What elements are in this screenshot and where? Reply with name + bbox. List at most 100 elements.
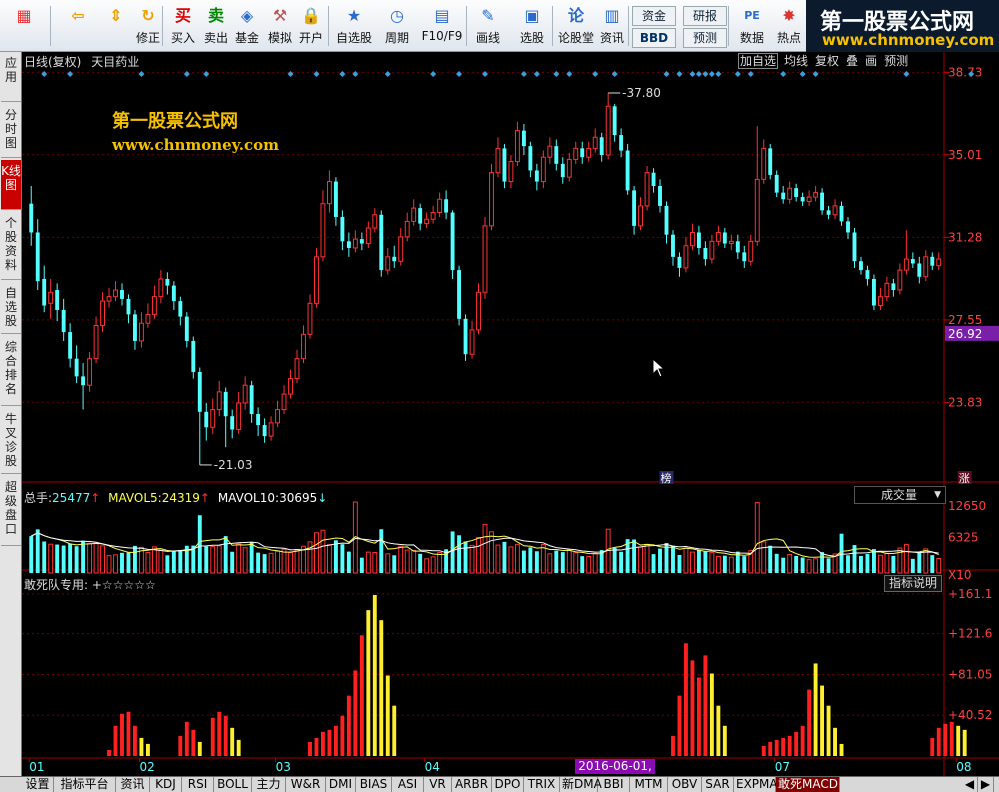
updown-button[interactable]: ⇕ bbox=[102, 2, 130, 50]
capital-button[interactable]: 资金 bbox=[632, 6, 676, 26]
bottom-tab-7[interactable]: W&R bbox=[286, 777, 326, 792]
bottom-tab-9[interactable]: BIAS bbox=[356, 777, 392, 792]
revise-button[interactable]: ↻ 修正 bbox=[133, 2, 163, 50]
left-tab-4[interactable]: 自选股 bbox=[1, 282, 21, 334]
left-tab-5[interactable]: 综合排名 bbox=[1, 336, 21, 406]
volume-bar bbox=[884, 552, 890, 574]
bottom-tab-10[interactable]: ASI bbox=[392, 777, 424, 792]
mouse-cursor-icon bbox=[652, 358, 666, 378]
event-marker-icon bbox=[780, 71, 787, 77]
bottom-tab-12[interactable]: ARBR bbox=[452, 777, 492, 792]
chart-menu-5[interactable]: 预测 bbox=[883, 54, 909, 68]
bottom-tab-14[interactable]: TRIX bbox=[524, 777, 560, 792]
volume-bar bbox=[619, 551, 624, 573]
forum-icon: 论 bbox=[567, 6, 584, 25]
sell-button[interactable]: 卖卖出 bbox=[201, 2, 231, 50]
left-tab-7[interactable]: 超级盘口 bbox=[1, 476, 21, 546]
chart-menu-0[interactable]: 加自选 bbox=[738, 53, 779, 69]
bottom-tab-4[interactable]: RSI bbox=[182, 777, 214, 792]
period-button[interactable]: ◷ 周期 bbox=[379, 2, 415, 50]
bottom-tab-8[interactable]: DMI bbox=[326, 777, 356, 792]
bottom-tab-0[interactable]: 设置 bbox=[22, 777, 54, 792]
chart-title: 日线(复权) 天目药业 bbox=[24, 53, 139, 70]
bottom-tab-11[interactable]: VR bbox=[424, 777, 452, 792]
stock-name: 天目药业 bbox=[91, 55, 140, 69]
date-tooltip: 2016-06-01,三 bbox=[575, 759, 655, 788]
volume-bar bbox=[106, 555, 112, 574]
open-button[interactable]: 🔒 开户 bbox=[296, 2, 326, 50]
watermark-title: 第一股票公式网 bbox=[112, 111, 238, 132]
scroll-right-icon[interactable]: ▶ bbox=[978, 777, 994, 792]
hot-button[interactable]: ✸ 热点 bbox=[776, 2, 802, 50]
indicator-bar bbox=[696, 677, 701, 756]
bottom-tab-16[interactable]: BBI bbox=[598, 777, 630, 792]
bottom-tab-13[interactable]: DPO bbox=[492, 777, 524, 792]
price-tick-label: 31.28 bbox=[948, 230, 982, 244]
scroll-left-icon[interactable]: ◀ bbox=[962, 777, 978, 792]
info-button[interactable]: ▥ 资讯 bbox=[598, 2, 626, 50]
chart-menu-4[interactable]: 画 bbox=[864, 54, 878, 68]
forecast-button[interactable]: 预测 bbox=[683, 28, 727, 48]
bbd-button[interactable]: BBD bbox=[632, 28, 676, 48]
left-tab-1[interactable]: 分时图 bbox=[1, 104, 21, 158]
report-button[interactable]: 研报 bbox=[683, 6, 727, 26]
buy-button[interactable]: 买买入 bbox=[168, 2, 198, 50]
event-marker-icon bbox=[592, 71, 599, 77]
indicator-bar bbox=[807, 689, 812, 756]
bottom-tab-15[interactable]: 新DMA bbox=[560, 777, 602, 792]
f10-button[interactable]: ▤ F10/F9 bbox=[420, 2, 464, 50]
volume-bar bbox=[262, 554, 267, 573]
left-tab-3[interactable]: 个股资料 bbox=[1, 212, 21, 280]
back-button[interactable]: ⇦ bbox=[58, 2, 98, 50]
forum-button[interactable]: 论论股堂 bbox=[556, 2, 596, 50]
bottom-tab-5[interactable]: BOLL bbox=[214, 777, 252, 792]
event-marker-icon bbox=[702, 71, 709, 77]
indicator-tick-label: +40.52 bbox=[948, 708, 992, 722]
indicator-help-button[interactable]: 指标说明 bbox=[884, 575, 942, 592]
volume-bar bbox=[638, 546, 644, 574]
sim-button[interactable]: ⚒ 模拟 bbox=[265, 2, 295, 50]
chart-menu-3[interactable]: 叠 bbox=[845, 54, 859, 68]
fund-icon: ◈ bbox=[240, 6, 254, 25]
bottom-tab-18[interactable]: OBV bbox=[668, 777, 702, 792]
candle-body bbox=[573, 147, 579, 160]
candle-body bbox=[897, 269, 903, 291]
toolbar-separator bbox=[728, 6, 729, 46]
indicator-name: 敢死队专用: bbox=[24, 578, 89, 592]
volume-bar bbox=[81, 540, 86, 573]
left-tab-2[interactable]: K线图 bbox=[1, 160, 21, 210]
chart-menu-2[interactable]: 复权 bbox=[814, 54, 840, 68]
volume-bar bbox=[294, 548, 300, 574]
menu-button[interactable]: ▦ bbox=[4, 2, 44, 50]
bottom-tab-19[interactable]: SAR bbox=[702, 777, 734, 792]
draw-button[interactable]: ✎ 画线 bbox=[469, 2, 507, 50]
left-tab-6[interactable]: 牛叉诊股 bbox=[1, 408, 21, 474]
period-label: 周期 bbox=[384, 31, 409, 45]
bottom-tab-17[interactable]: MTM bbox=[630, 777, 668, 792]
candle-body bbox=[877, 296, 883, 307]
chart-area[interactable]: 38.73 35.01 31.28 27.55 23.83 26.92 -37.80 -21.… bbox=[22, 52, 999, 776]
bottom-tab-20[interactable]: EXPMA bbox=[734, 777, 778, 792]
kline-chart[interactable]: 38.73 35.01 31.28 27.55 23.83 26.92 -37.80 -21.… bbox=[22, 52, 999, 776]
left-tab-0[interactable]: 应用 bbox=[1, 52, 21, 102]
draw-label: 画线 bbox=[475, 31, 500, 45]
event-marker-icon bbox=[553, 71, 560, 77]
indicator-bar bbox=[949, 721, 954, 756]
candle-body bbox=[728, 240, 734, 245]
chart-menu-1[interactable]: 均线 bbox=[783, 54, 809, 68]
volume-bar bbox=[68, 543, 73, 573]
volume-selector[interactable]: 成交量 ▼ bbox=[854, 486, 946, 504]
select-button[interactable]: ▣ 选股 bbox=[512, 2, 552, 50]
volume-bar bbox=[703, 551, 708, 573]
toolbar-separator bbox=[328, 6, 329, 46]
bottom-tab-6[interactable]: 主力 bbox=[252, 777, 286, 792]
bottom-tab-3[interactable]: KDJ bbox=[150, 777, 182, 792]
candle-body bbox=[521, 130, 526, 147]
bottom-tab-21[interactable]: 敢死MACD bbox=[776, 777, 840, 792]
candle-body bbox=[703, 247, 708, 260]
fund-button[interactable]: ◈ 基金 bbox=[232, 2, 262, 50]
bottom-tab-1[interactable]: 指标平台 bbox=[54, 777, 116, 792]
watchlist-button[interactable]: ★ 自选股 bbox=[334, 2, 374, 50]
bottom-tab-2[interactable]: 资讯 bbox=[116, 777, 150, 792]
data-button[interactable]: PE 数据 bbox=[734, 2, 770, 50]
